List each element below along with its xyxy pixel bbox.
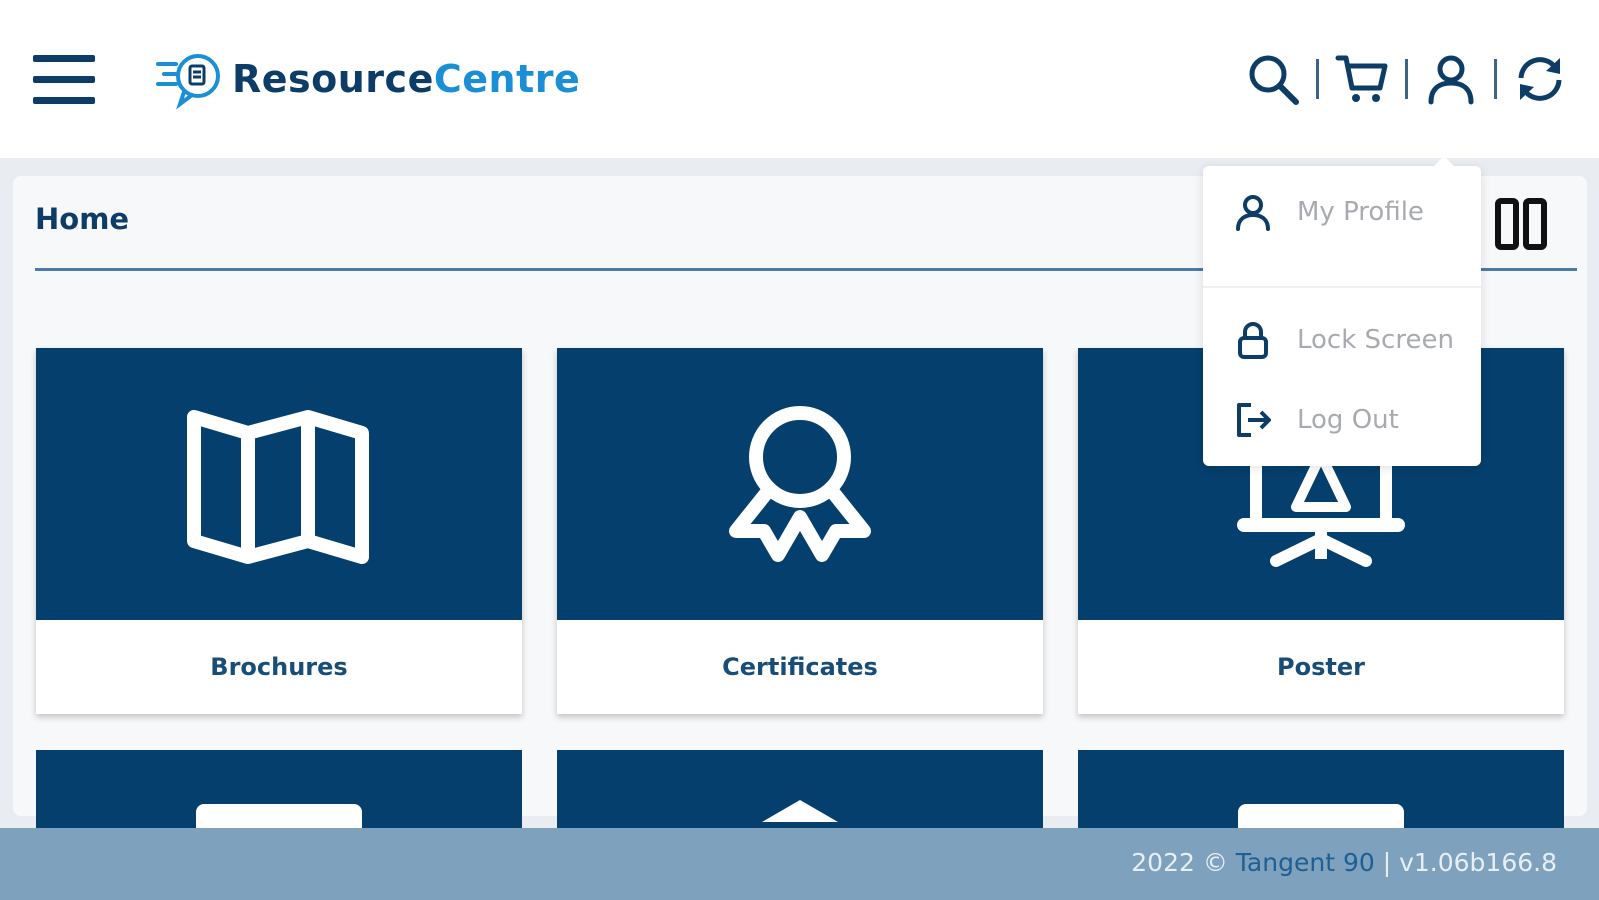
menu-item-label: My Profile	[1297, 197, 1424, 227]
logout-icon	[1231, 398, 1275, 442]
footer-bar: 2022 © Tangent 90 | v1.06b166.8	[0, 828, 1599, 900]
brand-name-part2: Centre	[433, 57, 581, 101]
tile-brochures[interactable]: Brochures	[36, 348, 522, 714]
toolbar-separator	[1316, 59, 1319, 99]
brand-name-part1: Resource	[232, 57, 434, 101]
tile-icon-partial	[196, 804, 362, 830]
refresh-icon	[1518, 57, 1562, 101]
user-dropdown-menu: My Profile Lock Screen Log Out	[1203, 156, 1481, 466]
app-version: v1.06b166.8	[1399, 848, 1557, 877]
hamburger-bar	[33, 76, 95, 83]
lock-icon	[1231, 318, 1275, 362]
user-icon	[1231, 190, 1275, 234]
award-icon	[729, 406, 871, 562]
search-button[interactable]	[1244, 50, 1302, 108]
search-icon	[1249, 55, 1299, 105]
tile-label: Poster	[1277, 653, 1365, 681]
tile-row2-3[interactable]	[1078, 750, 1564, 830]
menu-item-label: Log Out	[1297, 405, 1399, 435]
user-icon	[1428, 55, 1474, 105]
toolbar-separator	[1405, 59, 1408, 99]
menu-divider	[1203, 286, 1481, 288]
refresh-button[interactable]	[1511, 50, 1569, 108]
copyright-year: 2022 ©	[1131, 848, 1228, 877]
cart-icon	[1335, 55, 1388, 102]
page-title: Home	[35, 202, 130, 236]
menu-item-lock-screen[interactable]: Lock Screen	[1203, 312, 1481, 368]
header-toolbar	[1244, 50, 1569, 108]
hamburger-menu-button[interactable]	[33, 55, 97, 105]
tile-icon-partial	[1238, 804, 1404, 830]
logo-mark-icon	[156, 54, 220, 110]
tile-image	[557, 348, 1043, 620]
tile-label: Certificates	[722, 653, 878, 681]
company-link[interactable]: Tangent 90	[1236, 848, 1375, 877]
map-icon	[187, 410, 369, 564]
tile-row2-1[interactable]	[36, 750, 522, 830]
hamburger-bar	[33, 97, 95, 104]
menu-item-label: Lock Screen	[1297, 325, 1454, 355]
cart-button[interactable]	[1333, 50, 1391, 108]
tile-image	[36, 348, 522, 620]
footer-separator: |	[1382, 848, 1392, 877]
brand-name: ResourceCentre	[232, 60, 580, 98]
hamburger-bar	[33, 55, 95, 62]
dropdown-caret	[1434, 156, 1454, 166]
tile-icon-partial	[762, 800, 838, 822]
menu-item-log-out[interactable]: Log Out	[1203, 392, 1481, 448]
toolbar-separator	[1494, 59, 1497, 99]
pause-icon[interactable]	[1495, 198, 1549, 250]
top-header: ResourceCentre	[0, 0, 1599, 158]
user-account-button[interactable]	[1422, 50, 1480, 108]
tile-certificates[interactable]: Certificates	[557, 348, 1043, 714]
footer-copyright: 2022 © Tangent 90 | v1.06b166.8	[1131, 848, 1557, 877]
tile-row2-2[interactable]	[557, 750, 1043, 830]
resource-centre-logo[interactable]: ResourceCentre	[154, 48, 580, 110]
tile-label: Brochures	[210, 653, 348, 681]
menu-item-my-profile[interactable]: My Profile	[1203, 184, 1481, 240]
